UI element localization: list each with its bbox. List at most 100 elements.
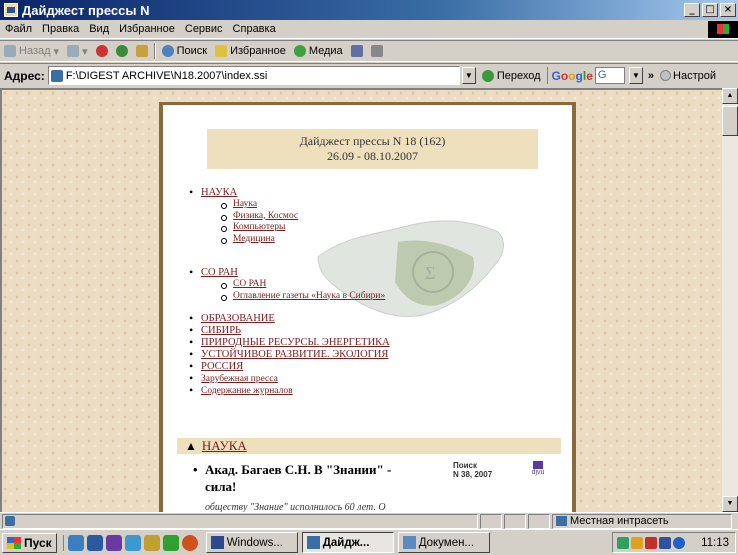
page-status-icon bbox=[5, 516, 15, 526]
intranet-icon bbox=[556, 516, 567, 526]
desktop-icon[interactable] bbox=[67, 534, 84, 551]
google-search-input[interactable]: G bbox=[594, 67, 625, 84]
home-button[interactable] bbox=[132, 45, 152, 57]
scroll-up-button[interactable]: ▲ bbox=[722, 88, 738, 104]
media-player-icon[interactable] bbox=[181, 534, 198, 551]
nav-resources-energy[interactable]: ПРИРОДНЫЕ РЕСУРСЫ. ЭНЕРГЕТИКА bbox=[201, 337, 390, 348]
favorites-button[interactable]: Избранное bbox=[211, 45, 290, 57]
chevron-more-icon[interactable]: » bbox=[648, 70, 654, 82]
save-icon[interactable] bbox=[105, 534, 122, 551]
nav-physics-space[interactable]: Физика, Космос bbox=[233, 211, 298, 221]
taskbar-item-documents[interactable]: Докумен... bbox=[397, 532, 490, 553]
title-bar: Дайджест прессы N _ □ × bbox=[0, 0, 738, 20]
section-header-nauka: ▲ НАУКА bbox=[177, 438, 561, 454]
taskbar-item-digest[interactable]: Дайдж... bbox=[301, 532, 394, 553]
media-button[interactable]: Медиа bbox=[290, 45, 347, 57]
address-dropdown-button[interactable]: ▼ bbox=[461, 67, 476, 84]
history-button[interactable] bbox=[347, 45, 367, 57]
stop-button[interactable] bbox=[92, 45, 112, 57]
browser-viewport: Дайджест прессы N 18 (162) 26.09 - 08.10… bbox=[0, 88, 722, 512]
menu-favorites[interactable]: Избранное bbox=[114, 23, 180, 35]
favorites-icon bbox=[215, 45, 228, 57]
volume-icon[interactable] bbox=[673, 536, 686, 549]
ie-app-icon bbox=[306, 536, 320, 549]
antivirus-icon[interactable] bbox=[645, 536, 658, 549]
window-app-icon bbox=[210, 536, 224, 549]
back-button[interactable]: Назад ▾ bbox=[0, 45, 63, 58]
nav-education[interactable]: ОБРАЗОВАНИЕ bbox=[201, 313, 275, 324]
article-source-name: Поиск bbox=[453, 461, 478, 470]
document-icon bbox=[402, 536, 416, 549]
nav-sustainable-ecology[interactable]: УСТОЙЧИВОЕ РАЗВИТИЕ. ЭКОЛОГИЯ bbox=[201, 349, 388, 360]
tray-app-icon[interactable] bbox=[631, 536, 644, 549]
menu-tools[interactable]: Сервис bbox=[180, 23, 228, 35]
nav-nauka-v-sibiri[interactable]: Оглавление газеты «Наука в Сибири» bbox=[233, 291, 385, 301]
djvu-label: djvu bbox=[531, 469, 545, 476]
nav-nauka[interactable]: НАУКА bbox=[201, 187, 237, 198]
section-title[interactable]: НАУКА bbox=[202, 438, 247, 454]
scroll-down-button[interactable]: ▼ bbox=[722, 496, 738, 512]
svg-text:Σ: Σ bbox=[425, 263, 435, 283]
settings-icon bbox=[660, 70, 672, 81]
nav-medicine[interactable]: Медицина bbox=[233, 234, 275, 244]
article-title[interactable]: Акад. Багаев С.Н. В "Знании" - сила! bbox=[193, 461, 418, 495]
status-bar: Местная интрасеть bbox=[0, 512, 738, 529]
taskbar: Пуск Windows... Дайдж... Докумен... 11:1… bbox=[0, 529, 738, 555]
nav-so-ran[interactable]: СО РАН bbox=[201, 267, 238, 278]
nav-russia[interactable]: РОССИЯ bbox=[201, 361, 243, 372]
google-settings-button[interactable]: Настрой bbox=[660, 70, 716, 82]
go-button[interactable]: Переход bbox=[476, 69, 547, 82]
clock[interactable]: 11:13 bbox=[701, 537, 729, 549]
nav-foreign-press[interactable]: Зарубежная пресса bbox=[201, 374, 278, 384]
start-button[interactable]: Пуск bbox=[2, 532, 57, 553]
nav-journals[interactable]: Содержание журналов bbox=[201, 386, 293, 396]
scroll-thumb[interactable] bbox=[722, 106, 738, 136]
media-label: Медиа bbox=[308, 45, 343, 57]
language-icon[interactable] bbox=[659, 536, 672, 549]
refresh-button[interactable] bbox=[112, 45, 132, 57]
back-arrow-icon bbox=[4, 45, 16, 57]
status-cell bbox=[480, 513, 502, 529]
ie-icon[interactable] bbox=[124, 534, 141, 551]
menu-edit[interactable]: Правка bbox=[37, 23, 84, 35]
nav-siberia[interactable]: СИБИРЬ bbox=[201, 325, 241, 336]
search-button[interactable]: Поиск bbox=[158, 45, 211, 57]
digest-header: Дайджест прессы N 18 (162) 26.09 - 08.10… bbox=[207, 129, 538, 169]
google-toolbar: Google G ▼ » bbox=[546, 67, 654, 84]
close-button[interactable]: × bbox=[720, 3, 736, 17]
forward-button[interactable]: ▾ bbox=[63, 45, 92, 58]
nav-nauka-sub[interactable]: Наука bbox=[233, 199, 257, 209]
menu-help[interactable]: Справка bbox=[228, 23, 281, 35]
djvu-download-link[interactable]: djvu bbox=[531, 461, 545, 481]
home-icon bbox=[135, 45, 148, 57]
digest-dates: 26.09 - 08.10.2007 bbox=[327, 149, 418, 163]
menu-file[interactable]: Файл bbox=[0, 23, 37, 35]
maximize-button[interactable]: □ bbox=[702, 3, 718, 17]
go-label: Переход bbox=[496, 69, 541, 82]
windows-logo-icon bbox=[708, 20, 738, 38]
taskbar-item-windows[interactable]: Windows... bbox=[205, 532, 298, 553]
address-input[interactable]: F:\DIGEST ARCHIVE\N18.2007\index.ssi bbox=[47, 66, 460, 85]
folder-icon[interactable] bbox=[143, 534, 160, 551]
google-dropdown-button[interactable]: ▼ bbox=[628, 67, 643, 84]
refresh-icon bbox=[115, 45, 128, 57]
word-icon[interactable] bbox=[86, 534, 103, 551]
checkmark-icon[interactable] bbox=[162, 534, 179, 551]
search-icon bbox=[161, 45, 174, 57]
stop-icon bbox=[95, 45, 108, 57]
nav-so-ran-sub[interactable]: СО РАН bbox=[233, 279, 266, 289]
print-button[interactable] bbox=[367, 45, 387, 57]
window-title: Дайджест прессы N bbox=[22, 2, 150, 18]
network-icon[interactable] bbox=[617, 536, 630, 549]
taskbar-item-label: Windows... bbox=[226, 536, 283, 549]
history-icon bbox=[350, 45, 363, 57]
nav-computers[interactable]: Компьютеры bbox=[233, 222, 285, 232]
caret-up-icon[interactable]: ▲ bbox=[185, 439, 197, 454]
status-cell bbox=[504, 513, 526, 529]
standard-toolbar: Назад ▾ ▾ Поиск Избранное Медиа bbox=[0, 40, 738, 62]
status-cell bbox=[528, 513, 550, 529]
minimize-button[interactable]: _ bbox=[684, 3, 700, 17]
menu-view[interactable]: Вид bbox=[84, 23, 114, 35]
vertical-scrollbar[interactable]: ▲ ▼ bbox=[722, 88, 738, 512]
security-zone: Местная интрасеть bbox=[552, 513, 732, 529]
